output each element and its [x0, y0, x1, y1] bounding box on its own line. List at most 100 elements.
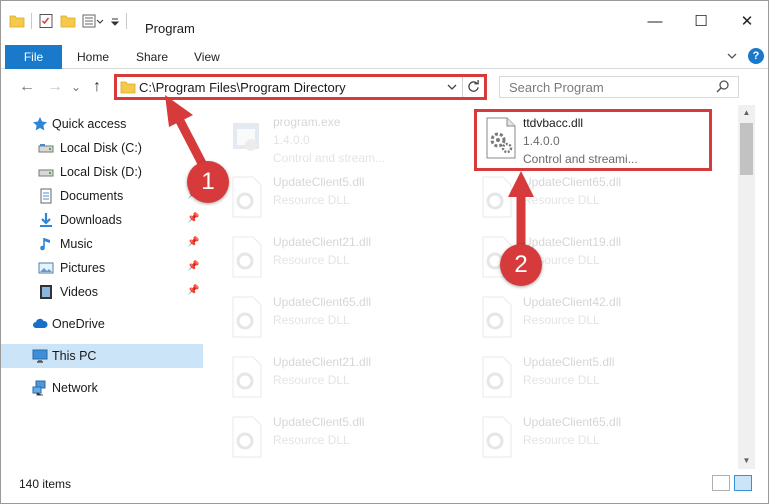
details-view-button[interactable]: [712, 475, 730, 491]
file-name: UpdateClient65.dll: [523, 415, 622, 429]
file-tile[interactable]: UpdateClient5.dll Resource DLL: [215, 169, 460, 225]
sidebar-item-local-disk-c[interactable]: Local Disk (C:): [1, 136, 203, 160]
sidebar-item-quick-access[interactable]: Quick access: [1, 112, 203, 136]
file-description: Resource DLL: [273, 433, 350, 447]
search-icon[interactable]: [716, 79, 730, 93]
search-input[interactable]: Search Program: [509, 80, 604, 95]
maximize-button[interactable]: ☐: [678, 1, 724, 41]
file-tile[interactable]: UpdateClient5.dll Resource DLL: [215, 409, 460, 465]
new-folder-icon[interactable]: [60, 13, 76, 29]
toolbar-divider: [126, 13, 127, 29]
toolbar-divider: [31, 13, 32, 29]
network-icon: [32, 380, 46, 396]
pin-icon[interactable]: 📌: [187, 237, 199, 248]
callout-badge-2: 2: [500, 244, 542, 286]
minimize-button[interactable]: —: [632, 1, 678, 41]
file-description: Resource DLL: [273, 373, 350, 387]
file-tile[interactable]: UpdateClient5.dll Resource DLL: [465, 349, 710, 405]
pin-icon[interactable]: 📌: [187, 285, 199, 296]
navigation-bar: ← → ⌄ ↑ C:\Program Files\Program Directo…: [1, 71, 768, 103]
file-list: program.exe 1.4.0.0 Control and stream..…: [215, 105, 737, 469]
drive-icon: [38, 144, 54, 153]
file-tile[interactable]: UpdateClient21.dll Resource DLL: [215, 229, 460, 285]
sidebar-item-onedrive[interactable]: OneDrive: [1, 312, 203, 336]
back-button[interactable]: ←: [19, 77, 35, 97]
file-tile-ttdvbacc-dll[interactable]: ttdvbacc.dll 1.4.0.0 Control and streami…: [474, 109, 712, 171]
tab-share[interactable]: Share: [136, 45, 168, 69]
sidebar-item-label: This PC: [52, 349, 97, 363]
file-tile-program-exe[interactable]: program.exe 1.4.0.0 Control and stream..…: [215, 109, 460, 165]
file-name: UpdateClient5.dll: [523, 355, 615, 369]
tiles-view-button[interactable]: [734, 475, 752, 491]
ribbon-right-controls: ?: [726, 48, 764, 64]
recent-locations-button[interactable]: ⌄: [71, 77, 81, 97]
item-count: 140 items: [19, 477, 72, 491]
forward-button[interactable]: →: [47, 77, 63, 97]
sidebar-item-label: Music: [60, 237, 93, 251]
address-path[interactable]: C:\Program Files\Program Directory: [139, 80, 346, 95]
help-icon[interactable]: ?: [748, 48, 764, 64]
sidebar-item-downloads[interactable]: Downloads 📌: [1, 208, 203, 232]
file-description: Resource DLL: [523, 193, 600, 207]
dll-file-icon: [486, 117, 516, 159]
navigation-pane: Quick access Local Disk (C:) Local Disk …: [1, 105, 203, 469]
expand-ribbon-icon[interactable]: [726, 50, 738, 62]
sidebar-item-documents[interactable]: Documents 📌: [1, 184, 203, 208]
dll-file-icon: [232, 356, 262, 398]
chevron-down-icon[interactable]: [110, 13, 120, 29]
ribbon-tabs: File Home Share View ?: [1, 45, 768, 69]
pin-icon[interactable]: 📌: [187, 261, 199, 272]
file-description: Control and streami...: [523, 152, 638, 166]
tab-file[interactable]: File: [5, 45, 62, 69]
sidebar-item-this-pc[interactable]: This PC: [1, 344, 203, 368]
file-name: UpdateClient5.dll: [273, 415, 365, 429]
pin-icon[interactable]: 📌: [187, 213, 199, 224]
up-button[interactable]: ↑: [93, 77, 101, 97]
documents-icon: [40, 188, 52, 204]
sidebar-item-label: Local Disk (C:): [60, 141, 142, 155]
file-tile[interactable]: UpdateClient65.dll Resource DLL: [465, 169, 710, 225]
sidebar-item-pictures[interactable]: Pictures 📌: [1, 256, 203, 280]
file-explorer-window: Program — ☐ ✕ File Home Share View ? ← →…: [0, 0, 769, 504]
file-name: UpdateClient19.dll: [523, 235, 622, 249]
dll-file-icon: [232, 416, 262, 458]
sidebar-item-network[interactable]: Network: [1, 376, 203, 400]
file-description: Resource DLL: [523, 373, 600, 387]
scrollbar-thumb[interactable]: [740, 123, 753, 175]
sidebar-item-local-disk-d[interactable]: Local Disk (D:): [1, 160, 203, 184]
drive-icon: [38, 169, 54, 177]
file-tile[interactable]: UpdateClient65.dll Resource DLL: [215, 289, 460, 345]
window-title: Program: [145, 21, 195, 36]
tab-home[interactable]: Home: [77, 45, 109, 69]
close-button[interactable]: ✕: [724, 1, 768, 41]
file-tile[interactable]: UpdateClient21.dll Resource DLL: [215, 349, 460, 405]
refresh-icon: [468, 80, 479, 92]
scroll-up-arrow[interactable]: ▲: [738, 105, 755, 121]
file-description: Resource DLL: [273, 253, 350, 267]
scroll-down-arrow[interactable]: ▼: [738, 453, 755, 469]
dll-file-icon: [482, 296, 512, 338]
sidebar-item-label: Videos: [60, 285, 98, 299]
sidebar-item-music[interactable]: Music 📌: [1, 232, 203, 256]
file-description: Control and stream...: [273, 151, 386, 165]
properties-icon[interactable]: [38, 13, 54, 29]
status-bar: 140 items: [1, 471, 768, 495]
tab-view[interactable]: View: [194, 45, 220, 69]
file-tile[interactable]: UpdateClient65.dll Resource DLL: [465, 409, 710, 465]
customize-toolbar-icon[interactable]: [82, 13, 104, 29]
dll-file-icon: [232, 176, 262, 218]
file-name: UpdateClient5.dll: [273, 175, 365, 189]
folder-icon: [120, 81, 136, 94]
refresh-button[interactable]: [462, 77, 484, 97]
file-tile[interactable]: UpdateClient42.dll Resource DLL: [465, 289, 710, 345]
title-bar: Program — ☐ ✕: [1, 1, 768, 41]
vertical-scrollbar[interactable]: ▲ ▼: [738, 105, 755, 469]
chevron-down-icon[interactable]: [446, 81, 458, 93]
file-description: Resource DLL: [523, 313, 600, 327]
sidebar-item-videos[interactable]: Videos 📌: [1, 280, 203, 304]
file-name: UpdateClient65.dll: [523, 175, 622, 189]
file-description: Resource DLL: [273, 313, 350, 327]
search-box[interactable]: Search Program: [499, 76, 739, 98]
application-icon: [233, 123, 259, 151]
address-bar[interactable]: C:\Program Files\Program Directory: [114, 74, 487, 100]
